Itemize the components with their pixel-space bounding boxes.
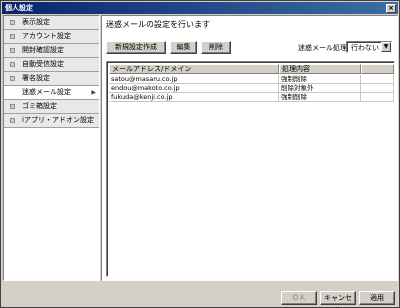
bullet-icon — [10, 20, 15, 25]
sidebar-item-label: アカウント設定 — [22, 32, 71, 40]
edit-button[interactable]: 編集 — [170, 41, 197, 54]
sidebar: 表示設定 アカウント設定 開封確認設定 自動受信設定 署名設定 迷惑メール設定 … — [3, 15, 100, 281]
sidebar-item-label: 表示設定 — [22, 18, 50, 26]
column-header-address[interactable]: メールアドレス/ドメイン — [109, 64, 279, 74]
close-button[interactable]: × — [386, 4, 396, 13]
table-row[interactable]: fukuda@kenji.co.jp 強制削除 — [109, 93, 394, 102]
sidebar-item-label: iアプリ・アドオン設定 — [22, 116, 94, 124]
ok-button[interactable]: ＯＫ — [281, 291, 317, 305]
bullet-icon — [10, 62, 15, 67]
window-title: 個人設定 — [5, 4, 33, 12]
sidebar-item-label: ゴミ箱設定 — [22, 102, 57, 110]
delete-button[interactable]: 削除 — [201, 41, 231, 54]
bullet-icon — [10, 76, 15, 81]
table-row[interactable]: endou@makoto.co.jp 削除対象外 — [109, 84, 394, 93]
sidebar-item-auto-receive[interactable]: 自動受信設定 — [4, 58, 99, 72]
title-bar: 個人設定 × — [2, 2, 398, 14]
bullet-icon — [10, 48, 15, 53]
sidebar-item-label: 自動受信設定 — [22, 60, 64, 68]
bullet-icon — [10, 118, 15, 123]
page-description: 迷惑メールの設定を行います — [106, 20, 210, 29]
row-empty-cell — [361, 84, 394, 93]
table-row[interactable]: satou@masaru.co.jp 強制削除 — [109, 75, 394, 84]
sidebar-item-label: 迷惑メール設定 — [22, 88, 71, 96]
spam-process-value: 行わない — [351, 44, 379, 52]
sidebar-item-spam[interactable]: 迷惑メール設定 ▶ — [4, 86, 99, 100]
spam-address-table: メールアドレス/ドメイン 処理内容 satou@masaru.co.jp 強制削… — [106, 61, 395, 277]
arrow-right-icon: ▶ — [91, 89, 96, 96]
sidebar-item-account[interactable]: アカウント設定 — [4, 30, 99, 44]
column-header-empty — [361, 64, 394, 74]
cancel-button[interactable]: キャンセル — [320, 291, 356, 308]
sidebar-item-label: 開封確認設定 — [22, 46, 64, 54]
sidebar-item-iapp-addon[interactable]: iアプリ・アドオン設定 — [4, 114, 99, 128]
row-action: 強制削除 — [279, 93, 361, 102]
settings-window: 個人設定 × 表示設定 アカウント設定 開封確認設定 自動受信設定 署名設定 迷… — [0, 0, 400, 308]
sidebar-item-read-receipt[interactable]: 開封確認設定 — [4, 44, 99, 58]
column-header-action[interactable]: 処理内容 — [279, 64, 361, 74]
sidebar-item-label: 署名設定 — [22, 74, 50, 82]
row-address: fukuda@kenji.co.jp — [109, 93, 279, 102]
row-empty-cell — [361, 75, 394, 84]
apply-button[interactable]: 適用 — [359, 291, 395, 305]
new-setting-button[interactable]: 新規設定作成 — [106, 41, 166, 54]
bullet-icon — [10, 104, 15, 109]
spam-process-select[interactable]: 行わない ▼ — [346, 41, 392, 53]
row-address: satou@masaru.co.jp — [109, 75, 279, 84]
main-panel: 迷惑メールの設定を行います 新規設定作成 編集 削除 迷惑メール処理 行わない … — [101, 15, 398, 281]
sidebar-item-signature[interactable]: 署名設定 — [4, 72, 99, 86]
sidebar-item-trash[interactable]: ゴミ箱設定 — [4, 100, 99, 114]
row-empty-cell — [361, 93, 394, 102]
bullet-icon — [10, 34, 15, 39]
table-header: メールアドレス/ドメイン 処理内容 — [109, 64, 394, 74]
chevron-down-icon[interactable]: ▼ — [381, 42, 391, 52]
row-action: 削除対象外 — [279, 84, 361, 93]
row-action: 強制削除 — [279, 75, 361, 84]
spam-process-label: 迷惑メール処理 — [298, 44, 347, 52]
row-address: endou@makoto.co.jp — [109, 84, 279, 93]
sidebar-item-display[interactable]: 表示設定 — [4, 16, 99, 30]
